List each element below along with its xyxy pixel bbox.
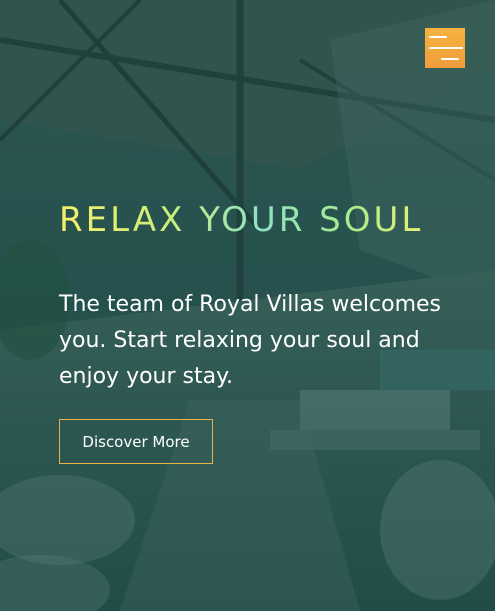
hero-section: RELAX YOUR SOUL The team of Royal Villas…	[0, 0, 495, 611]
menu-bar-top	[429, 36, 447, 38]
discover-more-button[interactable]: Discover More	[59, 419, 213, 464]
hamburger-menu-button[interactable]	[425, 28, 465, 68]
hero-tagline: RELAX YOUR SOUL	[59, 200, 424, 240]
hero-intro-text: The team of Royal Villas welcomes you. S…	[59, 292, 442, 389]
menu-bar-middle	[429, 47, 463, 49]
menu-bar-bottom	[441, 58, 459, 60]
